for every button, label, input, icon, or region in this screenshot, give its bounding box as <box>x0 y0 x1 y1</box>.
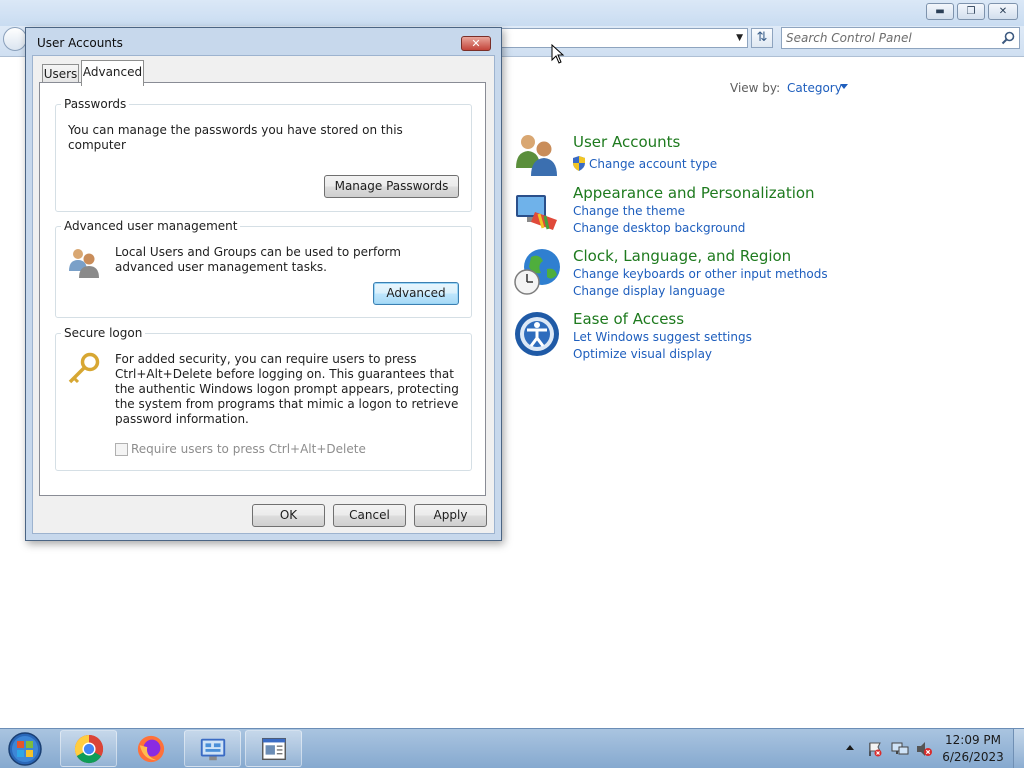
category-clock-language-region[interactable]: Clock, Language, and Region <box>573 247 791 265</box>
passwords-group-label: Passwords <box>61 97 130 111</box>
passwords-description: You can manage the passwords you have st… <box>68 123 403 152</box>
taskbar-user-accounts-window[interactable] <box>245 730 302 767</box>
chevron-down-icon[interactable] <box>840 84 848 89</box>
start-button[interactable] <box>6 731 44 767</box>
back-button[interactable] <box>3 27 27 51</box>
taskbar-firefox[interactable] <box>122 730 179 767</box>
link-change-display-language[interactable]: Change display language <box>573 284 725 298</box>
clock-time[interactable]: 12:09 PM <box>940 733 1006 747</box>
search-icon[interactable] <box>1000 30 1016 46</box>
require-ctrl-alt-delete-label: Require users to press Ctrl+Alt+Delete <box>131 442 366 456</box>
uac-shield-icon <box>573 156 585 171</box>
firefox-icon <box>137 735 165 763</box>
require-ctrl-alt-delete-checkbox[interactable] <box>115 443 128 456</box>
category-appearance[interactable]: Appearance and Personalization <box>573 184 815 202</box>
refresh-icon: ⇅ <box>756 30 768 45</box>
ok-button[interactable]: OK <box>252 504 325 527</box>
volume-muted-icon[interactable] <box>915 741 933 757</box>
chrome-icon <box>74 734 104 764</box>
network-icon[interactable] <box>891 741 909 757</box>
show-hidden-icons-button[interactable] <box>846 745 854 750</box>
taskbar-chrome[interactable] <box>60 730 117 767</box>
users-icon <box>69 249 99 278</box>
secure-logon-label: Secure logon <box>61 326 146 340</box>
advanced-button[interactable]: Advanced <box>373 282 459 305</box>
view-by-dropdown[interactable]: Category <box>787 81 842 95</box>
minimize-icon: ▬ <box>935 6 945 17</box>
category-ease-of-access[interactable]: Ease of Access <box>573 310 684 328</box>
refresh-button[interactable]: ⇅ <box>751 28 773 48</box>
address-dropdown-icon[interactable]: ▼ <box>736 29 743 47</box>
link-let-windows-suggest[interactable]: Let Windows suggest settings <box>573 330 752 344</box>
control-panel-icon <box>200 738 226 761</box>
clock-date[interactable]: 6/26/2023 <box>940 750 1006 764</box>
action-center-flag-icon[interactable] <box>867 741 883 757</box>
show-desktop-button[interactable] <box>1013 729 1024 768</box>
manage-passwords-button[interactable]: Manage Passwords <box>324 175 459 198</box>
link-change-desktop-background[interactable]: Change desktop background <box>573 221 745 235</box>
users-icon[interactable] <box>513 130 561 178</box>
tab-advanced[interactable]: Advanced <box>81 60 144 86</box>
search-input[interactable] <box>786 29 992 47</box>
cancel-button[interactable]: Cancel <box>333 504 406 527</box>
secure-logon-description: For added security, you can require user… <box>115 352 459 426</box>
dialog-title: User Accounts <box>37 36 123 50</box>
advanced-user-management-label: Advanced user management <box>61 219 241 233</box>
link-change-account-type[interactable]: Change account type <box>589 157 717 171</box>
category-user-accounts[interactable]: User Accounts <box>573 133 680 151</box>
key-icon <box>68 352 100 384</box>
link-change-keyboards[interactable]: Change keyboards or other input methods <box>573 267 828 281</box>
restore-icon: ❐ <box>966 6 976 17</box>
control-panel-titlebar <box>0 0 1024 26</box>
taskbar-control-panel[interactable] <box>184 730 241 767</box>
close-icon: ✕ <box>998 6 1008 17</box>
mouse-cursor-icon <box>551 44 565 64</box>
close-icon: ✕ <box>471 37 481 50</box>
advanced-user-management-description: Local Users and Groups can be used to pe… <box>115 245 401 274</box>
apply-button[interactable]: Apply <box>414 504 487 527</box>
view-by-label: View by: <box>730 81 781 95</box>
search-box[interactable] <box>781 27 1020 49</box>
user-accounts-window-icon <box>262 737 286 761</box>
close-button[interactable]: ✕ <box>988 3 1018 20</box>
link-optimize-visual-display[interactable]: Optimize visual display <box>573 347 712 361</box>
minimize-button[interactable]: ▬ <box>926 3 954 20</box>
globe-clock-icon[interactable] <box>513 247 561 295</box>
ease-of-access-icon[interactable] <box>513 310 561 358</box>
restore-button[interactable]: ❐ <box>957 3 985 20</box>
appearance-icon[interactable] <box>513 186 561 234</box>
link-change-theme[interactable]: Change the theme <box>573 204 685 218</box>
dialog-close-button[interactable]: ✕ <box>461 36 491 51</box>
address-bar[interactable]: ▼ <box>490 28 748 48</box>
